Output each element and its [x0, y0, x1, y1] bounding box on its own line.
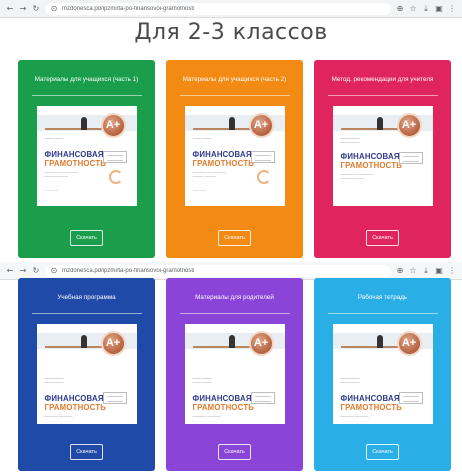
medal-icon: A+ — [100, 113, 126, 138]
medal-icon: A+ — [100, 331, 126, 356]
card-title: Материалы для учащихся (часть 1) — [34, 76, 139, 83]
extensions-icon[interactable]: ▣ — [435, 4, 443, 13]
reload-icon[interactable]: ↻ — [32, 4, 40, 13]
address-url: mzdonesca.pd/ipzmi/ta-po-finansovoi-gram… — [62, 5, 195, 12]
card-divider — [327, 95, 438, 96]
translate-icon[interactable]: ⊕ — [396, 4, 404, 13]
card-title: Материалы для родителей — [195, 294, 274, 301]
card-title: Метод. рекомендации для учителя — [331, 76, 434, 83]
medal-icon: A+ — [248, 113, 274, 138]
download-button[interactable]: Скачать — [218, 230, 251, 246]
download-icon[interactable]: ⤓ — [422, 4, 430, 13]
download-button[interactable]: Скачать — [70, 230, 103, 246]
card-divider — [31, 313, 142, 314]
menu-icon[interactable]: ⋮ — [448, 266, 456, 275]
card-workbook: Рабочая тетрадь A+ ──── ──── ──── ──── ФИ… — [314, 278, 451, 471]
card-title: Материалы для учащихся (часть 2) — [182, 76, 287, 83]
address-url: mzdonesca.pd/ipzmi/ta-po-finansovoi-gram… — [62, 267, 195, 274]
card-title: Рабочая тетрадь — [357, 294, 408, 301]
medal-icon: A+ — [396, 113, 422, 138]
card-title: Учебная программа — [57, 294, 116, 301]
reload-icon[interactable]: ↻ — [32, 266, 40, 275]
back-icon[interactable]: ← — [6, 4, 14, 13]
download-button[interactable]: Скачать — [366, 444, 399, 460]
card-materials-part1: Материалы для учащихся (часть 1) A+ ────… — [18, 60, 155, 258]
forward-icon[interactable]: → — [19, 266, 27, 275]
book-cover-image: A+ ──── ──── ФИНАНСОВАЯ ГРАМОТНОСТЬ ────… — [36, 106, 137, 206]
menu-icon[interactable]: ⋮ — [448, 4, 456, 13]
download-button[interactable]: Скачать — [366, 230, 399, 246]
address-bar[interactable]: ⊙ mzdonesca.pd/ipzmi/ta-po-finansovoi-gr… — [45, 2, 391, 15]
book-cover-image: A+ ──── ──── ──── ──── ФИНАНСОВАЯ ГРАМОТН… — [332, 324, 433, 424]
bookmark-star-icon[interactable]: ☆ — [409, 266, 417, 275]
book-cover-image: A+ ──── ──── ──── ──── ФИНАНСОВАЯ ГРАМОТН… — [332, 106, 433, 206]
medal-icon: A+ — [396, 331, 422, 356]
extensions-icon[interactable]: ▣ — [435, 266, 443, 275]
card-divider — [179, 313, 290, 314]
back-icon[interactable]: ← — [6, 266, 14, 275]
card-divider — [179, 95, 290, 96]
card-divider — [31, 95, 142, 96]
download-button[interactable]: Скачать — [70, 444, 103, 460]
translate-icon[interactable]: ⊕ — [396, 266, 404, 275]
forward-icon[interactable]: → — [19, 4, 27, 13]
address-bar[interactable]: ⊙ mzdonesca.pd/ipzmi/ta-po-finansovoi-gr… — [45, 264, 391, 277]
download-button[interactable]: Скачать — [218, 444, 251, 460]
site-info-icon[interactable]: ⊙ — [50, 266, 58, 275]
book-cover-image: A+ ──── ──── ──── ──── ФИНАНСОВАЯ ГРАМОТН… — [36, 324, 137, 424]
card-curriculum: Учебная программа A+ ──── ──── ──── ──── … — [18, 278, 155, 471]
book-cover-image: A+ ──── ──── ФИНАНСОВАЯ ГРАМОТНОСТЬ ────… — [184, 106, 285, 206]
card-parents: Материалы для родителей A+ ──── ──── ────… — [166, 278, 303, 471]
download-icon[interactable]: ⤓ — [422, 266, 430, 275]
medal-icon: A+ — [248, 331, 274, 356]
book-cover-image: A+ ──── ──── ──── ──── ФИНАНСОВАЯ ГРАМОТН… — [184, 324, 285, 424]
browser-toolbar: ← → ↻ ⊙ mzdonesca.pd/ipzmi/ta-po-finanso… — [0, 0, 462, 18]
card-divider — [327, 313, 438, 314]
page-title: Для 2-3 классов — [134, 20, 328, 45]
card-teacher-guide: Метод. рекомендации для учителя A+ ──── … — [314, 60, 451, 258]
card-materials-part2: Материалы для учащихся (часть 2) A+ ────… — [166, 60, 303, 258]
bookmark-star-icon[interactable]: ☆ — [409, 4, 417, 13]
site-info-icon[interactable]: ⊙ — [50, 4, 58, 13]
